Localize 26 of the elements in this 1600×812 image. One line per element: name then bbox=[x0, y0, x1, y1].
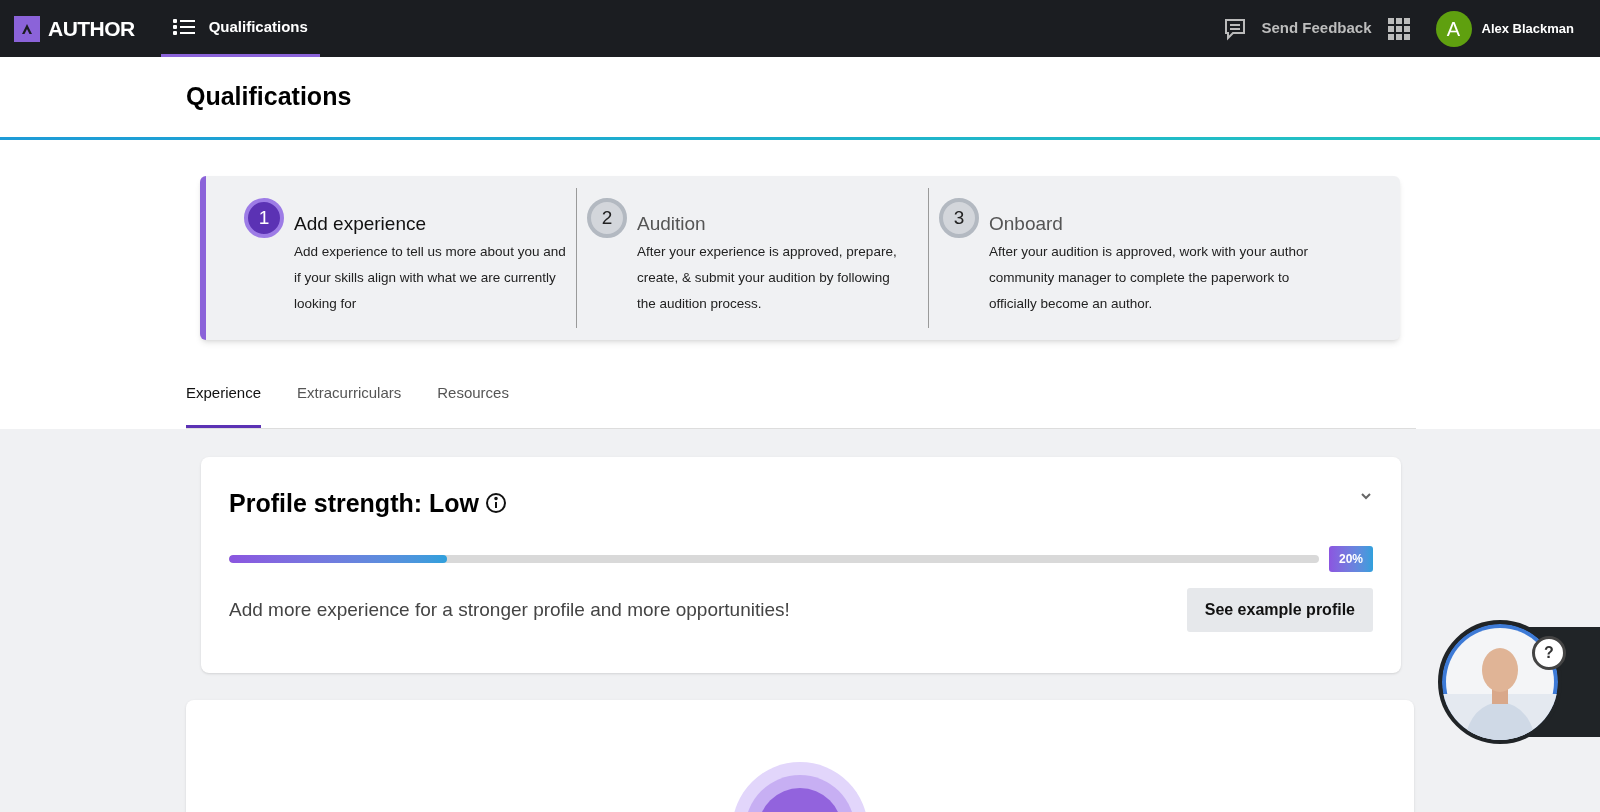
step-title: Audition bbox=[637, 212, 707, 236]
send-feedback-link[interactable]: Send Feedback bbox=[1261, 17, 1372, 40]
chevron-down-icon[interactable] bbox=[1359, 490, 1373, 501]
see-example-profile-button[interactable]: See example profile bbox=[1186, 588, 1373, 632]
info-icon[interactable] bbox=[485, 492, 507, 515]
percent-badge: 20% bbox=[1328, 546, 1373, 572]
list-icon bbox=[172, 18, 195, 36]
user-name[interactable]: Alex Blackman bbox=[1481, 18, 1574, 39]
step-description: Add experience to tell us more about you and if your skills align with what we are currently looking for bbox=[294, 242, 567, 313]
tab[interactable]: Experience bbox=[186, 378, 262, 428]
logo-icon bbox=[14, 15, 40, 42]
step-description: After your audition is approved, work with your author community manager to complete the paperwork to officially become an author. bbox=[989, 242, 1309, 313]
apps-grid-icon[interactable] bbox=[1387, 17, 1410, 40]
profile-hint: Add more experience for a stronger profile and more opportunities! bbox=[229, 597, 790, 622]
tab[interactable]: Extracurriculars bbox=[297, 378, 402, 428]
profile-strength-title: Profile strength: Low bbox=[229, 487, 479, 519]
step-description: After your experience is approved, prepare, create, & submit your audition by following the audition process. bbox=[637, 242, 898, 313]
step-title: Onboard bbox=[989, 212, 1064, 236]
page-title: Qualifications bbox=[186, 81, 352, 113]
logo-text: AUTHOR bbox=[48, 15, 135, 42]
step-number: 3 bbox=[939, 198, 979, 238]
tab[interactable]: Resources bbox=[437, 378, 509, 428]
step-number: 2 bbox=[587, 198, 627, 238]
step-title: Add experience bbox=[294, 212, 428, 236]
chat-icon[interactable] bbox=[1223, 16, 1248, 41]
step-number: 1 bbox=[244, 198, 284, 238]
